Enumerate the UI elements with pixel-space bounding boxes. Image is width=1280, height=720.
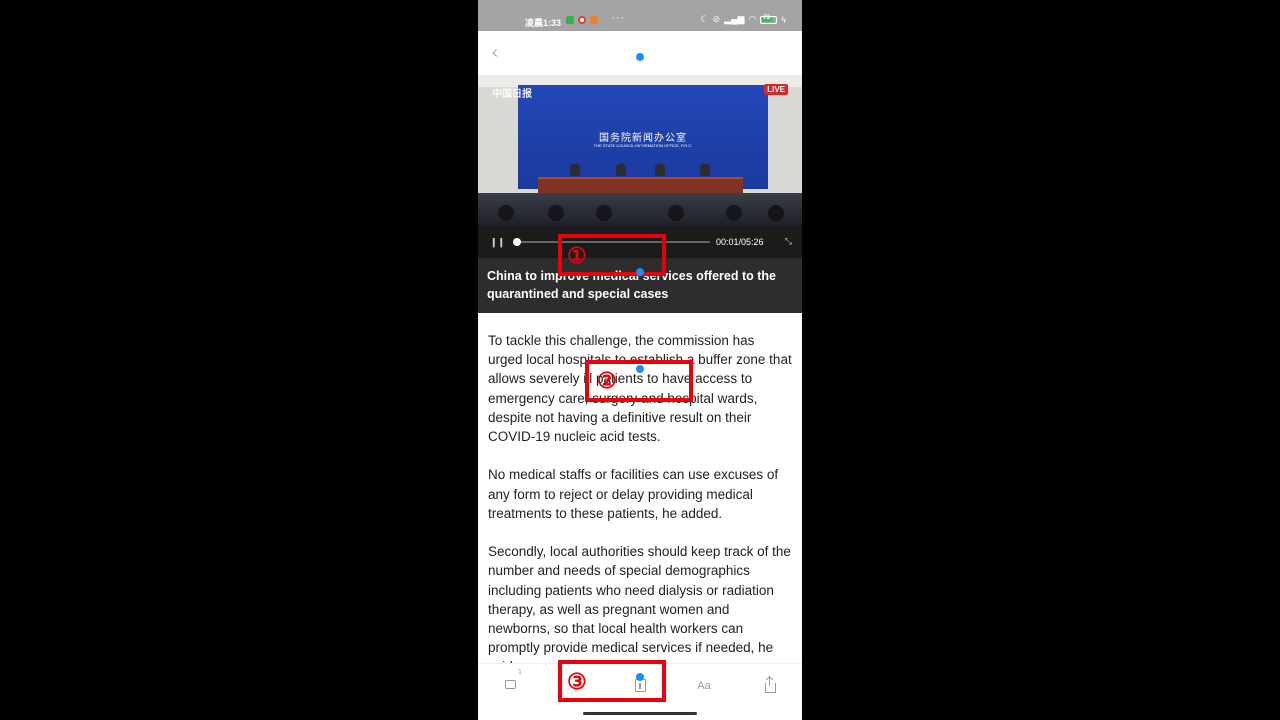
status-icons: ☾ ⊘ ▂▄▆ ◠ 73 ϟ: [701, 14, 786, 25]
charging-icon: ϟ: [781, 14, 786, 25]
highlight-label-3: ③: [567, 669, 587, 694]
wifi-icon: ◠: [748, 14, 757, 24]
pause-icon[interactable]: ❙❙: [490, 237, 505, 248]
video-backdrop: 国务院新闻办公室 THE STATE COUNCIL INFORMATION O…: [518, 85, 768, 189]
audience-head: [726, 205, 742, 221]
app-notification-icon: [590, 16, 598, 24]
share-button[interactable]: [759, 677, 781, 696]
speaker-figure: [616, 164, 626, 176]
comment-icon: [504, 680, 516, 689]
home-indicator[interactable]: [583, 712, 697, 715]
audience-head: [768, 205, 784, 221]
moon-icon: ☾: [700, 14, 709, 24]
comment-count: 1: [518, 669, 522, 676]
mute-icon: ⊘: [712, 14, 721, 24]
highlight-label-1: ①: [567, 243, 587, 268]
fullscreen-icon[interactable]: ⤡: [785, 236, 792, 247]
app-notification-icon: [578, 16, 586, 24]
audience-head: [668, 205, 684, 221]
share-icon: [764, 677, 776, 693]
tap-marker: [636, 53, 644, 61]
tap-marker: [636, 673, 644, 681]
article-paragraph: No medical staffs or facilities can use …: [488, 467, 779, 521]
status-time: 凌晨1:33: [525, 18, 562, 28]
font-size-button[interactable]: Aa: [693, 678, 715, 696]
status-bar: 凌晨1:33 ··· ☾ ⊘ ▂▄▆ ◠ 73 ϟ: [478, 0, 802, 31]
video-player[interactable]: 国务院新闻办公室 THE STATE COUNCIL INFORMATION O…: [478, 75, 802, 227]
audience-head: [596, 205, 612, 221]
live-badge: LIVE: [764, 84, 788, 95]
speaker-figure: [700, 164, 710, 176]
progress-knob[interactable]: [512, 238, 521, 246]
battery-icon: 73: [760, 14, 778, 24]
tap-marker: [636, 365, 644, 373]
speaker-figure: [655, 164, 665, 176]
backdrop-title: 国务院新闻办公室: [599, 133, 687, 144]
highlight-label-2: ②: [597, 368, 617, 393]
audience-head: [548, 205, 564, 221]
signal-icon: ▂▄▆: [724, 14, 745, 24]
article-paragraph: Secondly, local authorities should keep …: [488, 544, 791, 663]
speaker-figure: [570, 164, 580, 176]
tap-marker: [636, 268, 644, 276]
battery-level: 73: [763, 14, 770, 21]
video-timecode: 00:01/05:26: [716, 237, 764, 247]
back-arrow-icon[interactable]: ‹: [492, 43, 506, 61]
more-notifications-icon: ···: [611, 12, 625, 24]
comment-button[interactable]: 1: [499, 669, 522, 696]
video-watermark: 中国日报: [492, 89, 532, 100]
app-notification-icon: [566, 16, 574, 24]
font-size-icon: Aa: [697, 680, 711, 692]
audience-head: [498, 205, 514, 221]
video-audience: [478, 193, 802, 227]
backdrop-subtitle: THE STATE COUNCIL INFORMATION OFFICE, P.…: [593, 143, 693, 148]
